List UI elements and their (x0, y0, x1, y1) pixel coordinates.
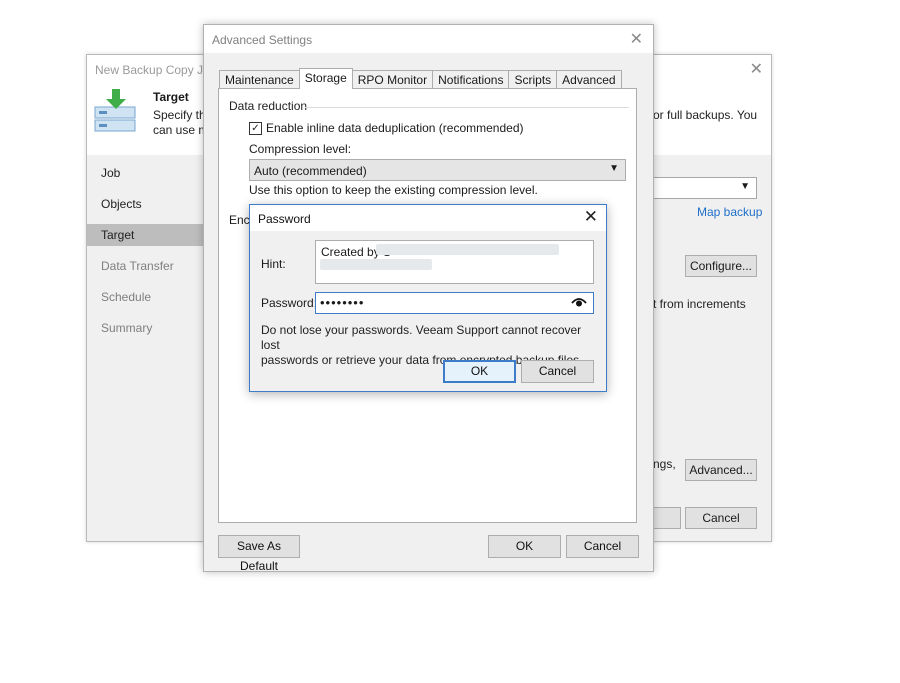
redacted-text (376, 244, 559, 255)
tab-scripts[interactable]: Scripts (508, 70, 558, 89)
compression-level-select[interactable]: Auto (recommended) ▼ (249, 159, 626, 181)
checkbox-checked-icon: ✓ (251, 123, 260, 134)
eye-icon[interactable] (571, 296, 587, 308)
increments-text: t from increments (653, 297, 746, 311)
nav-item-target[interactable]: Target (87, 224, 205, 246)
password-label: Password: (261, 296, 318, 310)
compression-level-label: Compression level: (249, 142, 352, 156)
data-reduction-label: Data reduction (229, 99, 308, 113)
tab-rpo-monitor[interactable]: RPO Monitor (351, 70, 434, 89)
nav-item-data-transfer[interactable]: Data Transfer (87, 255, 205, 277)
tab-maintenance[interactable]: Maintenance (219, 70, 300, 89)
step-desc-right: or full backups. You (653, 108, 758, 122)
close-icon[interactable]: ✕ (584, 207, 598, 227)
wizard-cancel-button[interactable]: Cancel (685, 507, 757, 529)
dedup-label: Enable inline data deduplication (recomm… (266, 121, 524, 135)
compression-help-text: Use this option to keep the existing com… (249, 183, 538, 197)
cancel-button[interactable]: Cancel (521, 360, 594, 383)
tab-notifications[interactable]: Notifications (432, 70, 510, 89)
save-as-default-button[interactable]: Save As Default (218, 535, 300, 573)
configure-button[interactable]: Configure... (685, 255, 757, 277)
hint-label: Hint: (261, 257, 286, 271)
cancel-button[interactable]: Cancel (566, 535, 639, 558)
repository-select[interactable]: ▼ (653, 177, 757, 199)
redacted-text (320, 259, 432, 270)
dialog-title: Advanced Settings (212, 33, 313, 47)
backup-target-icon (94, 89, 136, 132)
wizard-sidebar: Job Objects Target Data Transfer Schedul… (87, 155, 205, 541)
compression-level-value: Auto (recommended) (254, 164, 367, 178)
password-input[interactable]: •••••••• (315, 292, 594, 314)
window-title: New Backup Copy Job (95, 63, 217, 77)
password-value: •••••••• (320, 295, 365, 310)
nav-item-summary[interactable]: Summary (87, 317, 205, 339)
close-icon[interactable]: ✕ (750, 59, 763, 79)
chevron-down-icon: ▼ (609, 163, 619, 174)
warning-line: Do not lose your passwords. Veeam Suppor… (261, 323, 582, 352)
tab-storage[interactable]: Storage (298, 68, 353, 89)
tab-advanced[interactable]: Advanced (556, 70, 622, 89)
ok-button[interactable]: OK (443, 360, 516, 383)
step-title: Target (153, 90, 189, 104)
nav-item-objects[interactable]: Objects (87, 193, 205, 215)
advanced-button[interactable]: Advanced... (685, 459, 757, 481)
nav-item-schedule[interactable]: Schedule (87, 286, 205, 308)
dedup-checkbox[interactable]: ✓ (249, 122, 262, 135)
nav-item-job[interactable]: Job (87, 162, 205, 184)
hint-input[interactable]: Created by S (315, 240, 594, 284)
divider (305, 107, 629, 108)
map-backup-link[interactable]: Map backup (697, 205, 762, 219)
password-dialog: Password ✕ Hint: Created by S Password: … (249, 204, 607, 392)
ok-button[interactable]: OK (488, 535, 561, 558)
settings-text: ngs, (653, 457, 676, 471)
dialog-title: Password (258, 212, 311, 226)
chevron-down-icon: ▼ (740, 181, 750, 192)
tab-strip: Maintenance Storage RPO Monitor Notificatio… (219, 68, 622, 89)
close-icon[interactable]: ✕ (630, 29, 643, 49)
